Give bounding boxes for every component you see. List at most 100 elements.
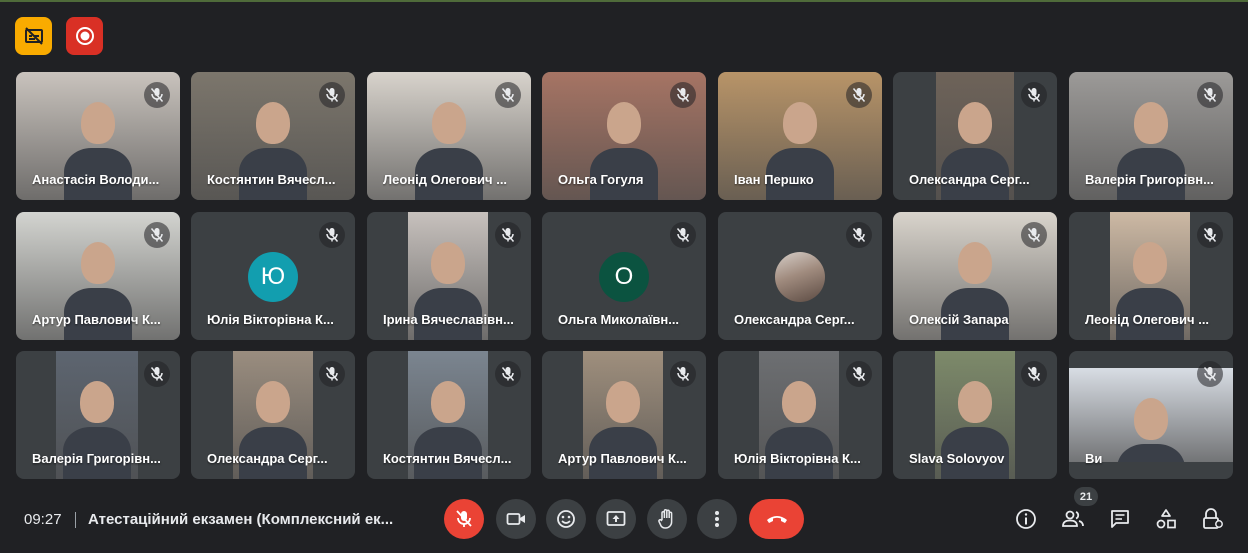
participant-name: Валерія Григорівн... <box>32 451 161 466</box>
participant-face <box>606 381 640 423</box>
raise-hand-icon <box>658 509 673 529</box>
participant-tile[interactable]: Іван Першко <box>718 72 882 200</box>
muted-indicator <box>670 361 696 387</box>
participant-tile[interactable]: Slava Solovyov <box>893 351 1057 479</box>
muted-indicator <box>846 222 872 248</box>
participant-face <box>958 242 992 284</box>
host-controls-icon <box>1203 508 1223 529</box>
participant-face <box>432 102 466 144</box>
participant-name: Артур Павлович К... <box>558 451 687 466</box>
participant-name: Костянтин Вячесл... <box>383 451 512 466</box>
participant-tile[interactable]: Артур Павлович К... <box>16 212 180 340</box>
participant-face <box>256 102 290 144</box>
muted-indicator <box>1197 82 1223 108</box>
muted-indicator <box>670 222 696 248</box>
meeting-title[interactable]: Атестаційний екзамен (Комплексний ек... <box>88 511 408 528</box>
mic-off-icon <box>501 367 515 381</box>
participant-name: Олександра Серг... <box>734 312 855 327</box>
muted-indicator <box>495 361 521 387</box>
participant-tile[interactable]: Олександра Серг... <box>893 72 1057 200</box>
participant-name: Леонід Олегович ... <box>1085 312 1210 327</box>
mic-off-icon <box>501 88 515 102</box>
participant-tile[interactable]: Костянтин Вячесл... <box>367 351 531 479</box>
muted-indicator <box>846 361 872 387</box>
participant-tile[interactable]: О Ольга Миколаївн... <box>542 212 706 340</box>
participant-avatar: Ю <box>248 252 298 302</box>
participant-tile[interactable]: Артур Павлович К... <box>542 351 706 479</box>
participant-tile[interactable]: Ю Юлія Вікторівна К... <box>191 212 355 340</box>
participant-tile[interactable]: Ірина Вячеславівн... <box>367 212 531 340</box>
mic-off-icon <box>676 228 690 242</box>
activities-button[interactable] <box>1151 504 1181 534</box>
host-controls-button[interactable] <box>1198 504 1228 534</box>
mic-off-icon <box>501 228 515 242</box>
muted-indicator <box>1021 82 1047 108</box>
participant-tile[interactable]: Олександра Серг... <box>718 212 882 340</box>
mic-off-icon <box>1203 367 1217 381</box>
muted-indicator <box>670 82 696 108</box>
mic-off-icon <box>325 367 339 381</box>
mic-off-icon <box>852 367 866 381</box>
camera-toggle-button[interactable] <box>496 499 536 539</box>
mic-off-icon <box>1203 88 1217 102</box>
participant-name: Артур Павлович К... <box>32 312 161 327</box>
participant-name: Юлія Вікторівна К... <box>734 451 861 466</box>
people-button[interactable] <box>1058 504 1088 534</box>
participant-face <box>81 242 115 284</box>
participant-face <box>1134 398 1168 440</box>
participant-tile[interactable]: Валерія Григорівн... <box>16 351 180 479</box>
recording-indicator-button[interactable] <box>66 17 103 55</box>
participant-tile[interactable]: Олексій Запара <box>893 212 1057 340</box>
participant-face <box>81 102 115 144</box>
muted-indicator <box>495 82 521 108</box>
participant-face <box>1134 102 1168 144</box>
participant-tile[interactable]: Ви <box>1069 351 1233 479</box>
participant-tile[interactable]: Олександра Серг... <box>191 351 355 479</box>
activities-icon <box>1156 509 1176 529</box>
participant-face <box>958 102 992 144</box>
participant-avatar <box>775 252 825 302</box>
captions-off-icon <box>24 27 43 45</box>
participant-name: Валерія Григорівн... <box>1085 172 1214 187</box>
muted-indicator <box>1197 361 1223 387</box>
chat-button[interactable] <box>1105 504 1135 534</box>
participant-tile[interactable]: Юлія Вікторівна К... <box>718 351 882 479</box>
participant-face <box>256 381 290 423</box>
present-screen-button[interactable] <box>596 499 636 539</box>
participant-tile[interactable]: Ольга Гогуля <box>542 72 706 200</box>
mic-off-icon <box>1203 228 1217 242</box>
leave-call-button[interactable] <box>749 499 804 539</box>
mic-off-icon <box>676 367 690 381</box>
captions-off-button[interactable] <box>15 17 52 55</box>
participant-tile[interactable]: Леонід Олегович ... <box>1069 212 1233 340</box>
more-options-button[interactable] <box>697 499 737 539</box>
muted-indicator <box>319 82 345 108</box>
mic-toggle-button[interactable] <box>444 499 484 539</box>
participant-face <box>958 381 992 423</box>
participant-face <box>1133 242 1167 284</box>
muted-indicator <box>144 222 170 248</box>
participant-name: Олексій Запара <box>909 312 1009 327</box>
recording-icon <box>75 27 94 45</box>
participant-name: Костянтин Вячесл... <box>207 172 336 187</box>
mic-off-icon <box>852 88 866 102</box>
top-accent-line <box>0 0 1248 2</box>
reactions-button[interactable] <box>546 499 586 539</box>
muted-indicator <box>319 222 345 248</box>
participant-name: Іван Першко <box>734 172 814 187</box>
muted-indicator <box>1197 222 1223 248</box>
present-screen-icon <box>606 511 626 526</box>
participant-tile[interactable]: Валерія Григорівн... <box>1069 72 1233 200</box>
participant-tile[interactable]: Анастасія Володи... <box>16 72 180 200</box>
participant-face <box>431 381 465 423</box>
muted-indicator <box>495 222 521 248</box>
muted-indicator <box>1021 222 1047 248</box>
participant-tile[interactable]: Леонід Олегович ... <box>367 72 531 200</box>
participant-tile[interactable]: Костянтин Вячесл... <box>191 72 355 200</box>
more-vert-icon <box>715 511 719 527</box>
meeting-details-button[interactable] <box>1011 504 1041 534</box>
participant-name: Олександра Серг... <box>207 451 328 466</box>
raise-hand-button[interactable] <box>647 499 687 539</box>
mic-off-icon <box>325 88 339 102</box>
muted-indicator <box>1021 361 1047 387</box>
